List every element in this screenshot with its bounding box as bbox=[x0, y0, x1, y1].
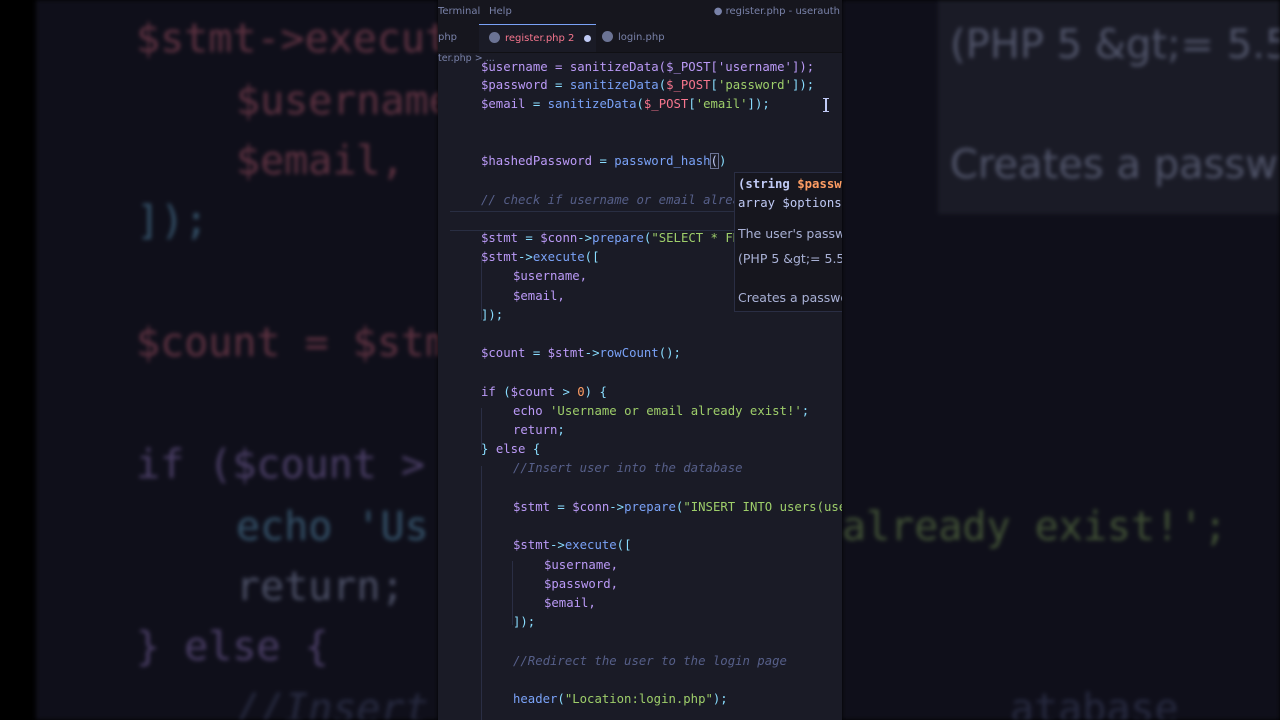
window-title: ● register.php - userauth bbox=[713, 6, 840, 17]
bg-code-line: $count = $stmt bbox=[136, 320, 438, 366]
bg-code-line: if ($count > bbox=[136, 442, 425, 488]
code-line: $stmt = $conn->prepare("INSERT INTO user… bbox=[513, 500, 842, 514]
code-line: ]); bbox=[481, 308, 504, 322]
code-line: return; bbox=[513, 423, 565, 437]
php-file-icon bbox=[489, 31, 500, 43]
code-line: //Redirect the user to the login page bbox=[513, 654, 787, 668]
tab-label: register.php 2 bbox=[505, 33, 575, 44]
code-line: if ($count > 0) { bbox=[481, 385, 607, 399]
matched-bracket: ( bbox=[709, 153, 719, 169]
code-line: ]); bbox=[513, 615, 536, 629]
code-line: $username, bbox=[544, 558, 619, 572]
code-line: $email = sanitizeData($_POST['email']); bbox=[481, 97, 770, 111]
bg-code-line: $stmt->execute([ bbox=[136, 16, 438, 62]
tab-label: php bbox=[438, 32, 458, 43]
signature-line-1: (string $password bbox=[738, 177, 842, 191]
background-left-panel: $stmt->execute([ $username, $email, ]); … bbox=[36, 0, 438, 720]
bg-hover-line: (PHP 5 &gt;= 5.5 bbox=[950, 22, 1280, 68]
tab-register-php[interactable]: register.php 2 bbox=[479, 24, 596, 52]
bg-code-line: return; bbox=[236, 564, 405, 610]
tab-login-php[interactable]: login.php bbox=[602, 24, 665, 52]
tab-label: login.php bbox=[618, 32, 665, 43]
bg-code-line: echo 'Us bbox=[236, 504, 429, 550]
code-line: $email, bbox=[513, 289, 565, 303]
bg-code-line: } else { bbox=[136, 624, 329, 670]
php-version-note: (PHP 5 &gt;= 5.5.0) bbox=[738, 251, 842, 266]
code-line: echo 'Username or email already exist!'; bbox=[513, 404, 810, 418]
indent-guide bbox=[481, 466, 482, 720]
code-line: } else { bbox=[481, 442, 541, 456]
bg-code-line: atabase bbox=[1010, 686, 1179, 720]
param-description: The user's password. bbox=[738, 226, 842, 241]
code-line: //Insert user into the database bbox=[513, 461, 743, 475]
code-line: $username, bbox=[513, 269, 588, 283]
code-line: $password = sanitizeData($_POST['passwor… bbox=[481, 78, 815, 92]
mouse-text-cursor-icon bbox=[823, 98, 829, 112]
unsaved-dot-icon[interactable] bbox=[584, 34, 592, 42]
background-hover-panel: (PHP 5 &gt;= 5.5 Creates a passwo bbox=[938, 0, 1280, 214]
php-file-icon bbox=[602, 30, 613, 42]
editor-tabs: php register.php 2 login.php bbox=[438, 24, 842, 53]
bg-code-line: $username, bbox=[236, 78, 438, 124]
bg-code-line: already exist!'; bbox=[842, 504, 1228, 550]
code-line: $stmt->execute([ bbox=[513, 538, 632, 552]
tab-partial-php[interactable]: php bbox=[438, 24, 457, 52]
code-editor-window: Terminal Help ● register.php - userauth … bbox=[438, 0, 842, 720]
bg-code-line: $email, bbox=[236, 138, 405, 184]
code-area[interactable]: $username = sanitizeData($_POST['usernam… bbox=[438, 60, 842, 720]
bg-code-line: ]); bbox=[136, 198, 209, 244]
menu-bar: Terminal Help ● register.php - userauth bbox=[438, 0, 842, 24]
code-line: $stmt->execute([ bbox=[481, 250, 600, 264]
code-line: $count = $stmt->rowCount(); bbox=[481, 346, 681, 360]
bg-hover-line: Creates a passwo bbox=[950, 142, 1280, 188]
parameter-hint-popup: (string $password array $options The use… bbox=[734, 172, 842, 312]
code-line: header("Location:login.php"); bbox=[513, 692, 728, 706]
menu-help[interactable]: Help bbox=[489, 6, 512, 17]
bg-code-line: //Insert bbox=[236, 686, 429, 720]
code-line: $password, bbox=[544, 577, 619, 591]
code-line: $email, bbox=[544, 596, 596, 610]
function-description: Creates a password hash bbox=[738, 290, 842, 305]
code-line: $username = sanitizeData($_POST['usernam… bbox=[481, 60, 815, 74]
menu-terminal[interactable]: Terminal bbox=[438, 6, 480, 17]
signature-line-2: array $options bbox=[738, 196, 842, 210]
code-line-current: $hashedPassword = password_hash() bbox=[481, 153, 727, 169]
